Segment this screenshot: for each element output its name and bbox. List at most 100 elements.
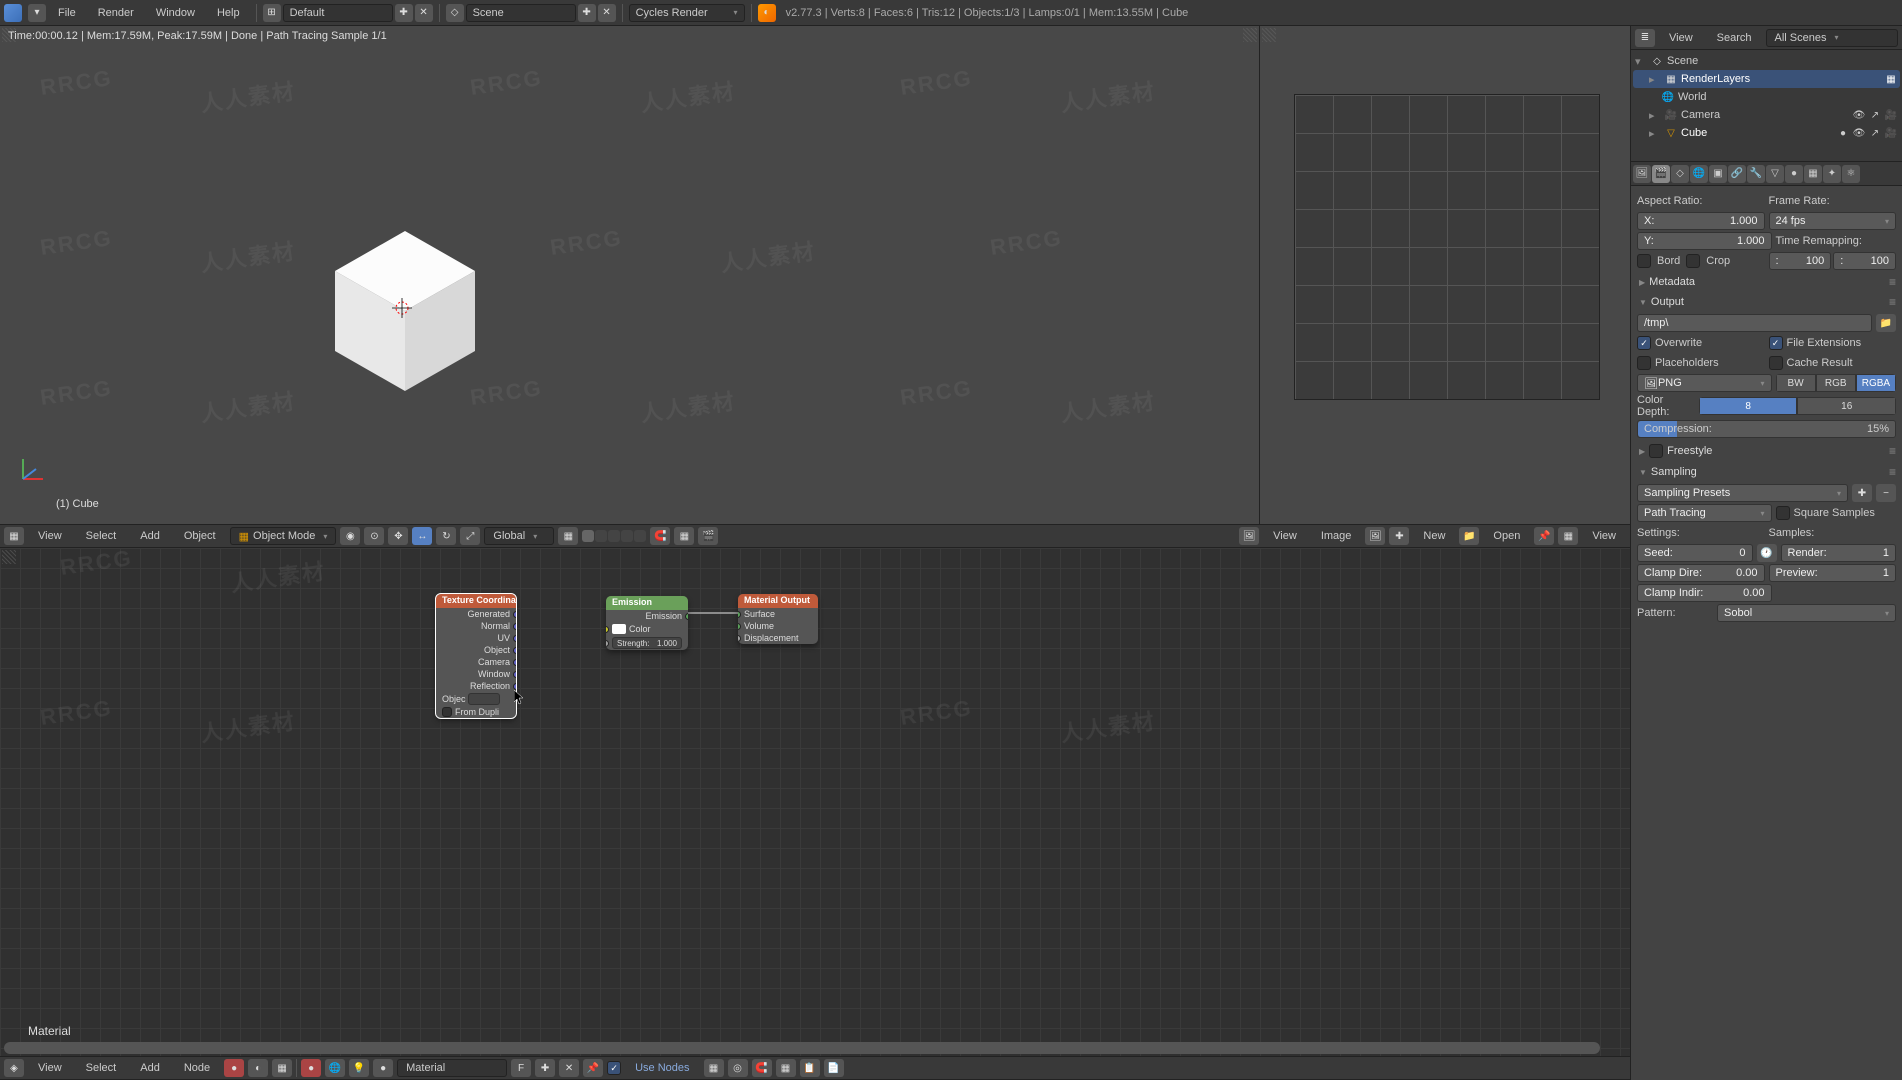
render-menu[interactable]: Render [88,4,144,22]
delete-material-icon[interactable]: ✕ [559,1059,579,1077]
color-rgba-button[interactable]: RGBA [1856,374,1896,392]
backdrop-icon[interactable]: ▦ [704,1059,724,1077]
clamp-direct-field[interactable]: Clamp Dire:0.00 [1637,564,1765,582]
file-browse-icon[interactable]: 📁 [1876,314,1896,332]
tab-material-icon[interactable]: ● [1785,165,1803,183]
img-add-icon[interactable]: ✚ [1389,527,1409,545]
aspect-y-field[interactable]: Y:1.000 [1637,232,1772,250]
shading-mode-icon[interactable]: ◉ [340,527,360,545]
add-preset-icon[interactable]: ✚ [1852,484,1872,502]
split-corner-icon[interactable] [1243,28,1257,42]
metadata-panel-header[interactable]: ▶Metadata≡ [1637,272,1896,292]
paste-icon[interactable]: 📄 [824,1059,844,1077]
material-output-node[interactable]: Material Output Surface Volume Displacem… [738,594,818,644]
manipulator-icon[interactable]: ✥ [388,527,408,545]
translate-manipulator-icon[interactable]: ↔ [412,527,432,545]
snap-target-icon[interactable]: ▦ [674,527,694,545]
tree-row-scene[interactable]: ▾◇Scene [1633,52,1900,70]
add-scene-icon[interactable]: ✚ [578,4,596,22]
file-ext-checkbox[interactable]: ✓ [1769,336,1783,350]
image-editor-type-icon[interactable]: 🖼 [1239,527,1259,545]
square-samples-checkbox[interactable] [1776,506,1790,520]
depth-8-button[interactable]: 8 [1699,397,1798,415]
help-menu[interactable]: Help [207,4,250,22]
snap-icon[interactable]: 🧲 [650,527,670,545]
render-samples-field[interactable]: Render:1 [1781,544,1897,562]
cache-result-checkbox[interactable] [1769,356,1783,370]
node-from-dupli-checkbox[interactable]: From Dupli [436,706,516,718]
editor-type-icon[interactable]: ▦ [4,527,24,545]
render-preview-icon[interactable]: 🎬 [698,527,718,545]
freestyle-panel-header[interactable]: ▶Freestyle≡ [1637,440,1896,462]
3d-viewport[interactable]: (1) Cube [0,26,1260,524]
preview-samples-field[interactable]: Preview:1 [1769,564,1897,582]
overwrite-checkbox[interactable]: ✓ [1637,336,1651,350]
pattern-dropdown[interactable]: Sobol▾ [1717,604,1896,622]
seed-field[interactable]: Seed:0 [1637,544,1753,562]
integrator-dropdown[interactable]: Path Tracing▾ [1637,504,1772,522]
info-dropdown-icon[interactable]: ▾ [28,4,46,22]
tree-row-cube[interactable]: ▸▽Cube●👁↗🎥 [1633,124,1900,142]
placeholders-checkbox[interactable] [1637,356,1651,370]
img-view-menu[interactable]: View [1263,528,1307,544]
layers-grid-icon[interactable]: ▦ [558,527,578,545]
scrollbar-horizontal[interactable] [4,1042,1600,1054]
blender-logo-icon[interactable] [4,4,22,22]
img-browse-icon[interactable]: 🖼 [1365,527,1385,545]
node-node-menu[interactable]: Node [174,1060,220,1076]
use-nodes-checkbox[interactable]: ✓ [607,1061,621,1075]
freestyle-checkbox[interactable] [1649,444,1663,458]
img-open-button[interactable]: Open [1483,528,1530,544]
delete-layout-icon[interactable]: ✕ [415,4,433,22]
fake-user-icon[interactable]: F [511,1059,531,1077]
compositing-type-icon[interactable]: ◐ [248,1059,268,1077]
sampling-presets-dropdown[interactable]: Sampling Presets▾ [1637,484,1848,502]
compression-slider[interactable]: Compression:15% [1637,420,1896,438]
node-header[interactable]: Emission [606,596,688,610]
node-header[interactable]: Material Output [738,594,818,608]
screen-layout-icon[interactable]: ⊞ [263,4,281,22]
tab-scene-icon[interactable]: ◇ [1671,165,1689,183]
tab-physics-icon[interactable]: ⚛ [1842,165,1860,183]
node-add-menu[interactable]: Add [130,1060,170,1076]
tab-modifiers-icon[interactable]: 🔧 [1747,165,1765,183]
object-menu[interactable]: Object [174,528,226,544]
select-menu[interactable]: Select [76,528,127,544]
object-mode-dropdown[interactable]: ▦Object Mode▾ [230,527,337,545]
tab-particles-icon[interactable]: ✦ [1823,165,1841,183]
node-select-menu[interactable]: Select [76,1060,127,1076]
add-layout-icon[interactable]: ✚ [395,4,413,22]
img-new-button[interactable]: New [1413,528,1455,544]
render-engine-field[interactable]: Cycles Render▾ [629,4,745,22]
img-view-menu-2[interactable]: View [1582,528,1626,544]
pin-icon[interactable]: 📌 [1534,527,1554,545]
view-menu[interactable]: View [28,528,72,544]
uv-mode-icon[interactable]: ▦ [1558,527,1578,545]
tab-constraints-icon[interactable]: 🔗 [1728,165,1746,183]
file-menu[interactable]: File [48,4,86,22]
img-image-menu[interactable]: Image [1311,528,1362,544]
add-material-icon[interactable]: ✚ [535,1059,555,1077]
outliner-type-icon[interactable]: ≣ [1635,29,1655,47]
snap-node-icon[interactable]: 🧲 [752,1059,772,1077]
split-corner-icon[interactable] [1262,28,1276,42]
material-name-field[interactable]: Material [397,1059,507,1077]
texture-type-icon[interactable]: ▦ [272,1059,292,1077]
pin-material-icon[interactable]: 📌 [583,1059,603,1077]
tab-render-icon[interactable]: 🖼 [1633,165,1651,183]
split-corner-icon[interactable] [2,550,16,564]
scene-field[interactable]: Scene [466,4,576,22]
seed-clock-icon[interactable]: 🕐 [1757,544,1777,562]
tree-row-world[interactable]: 🌐World [1633,88,1900,106]
output-panel-header[interactable]: ▼Output≡ [1637,292,1896,312]
remap-old-field[interactable]: :100 [1769,252,1832,270]
tab-world-icon[interactable]: 🌐 [1690,165,1708,183]
framerate-dropdown[interactable]: 24 fps▾ [1769,212,1897,230]
snap-element-icon[interactable]: ▦ [776,1059,796,1077]
auto-render-icon[interactable]: ◎ [728,1059,748,1077]
border-checkbox[interactable] [1637,254,1651,268]
color-bw-button[interactable]: BW [1776,374,1816,392]
outliner-search-menu[interactable]: Search [1707,30,1762,46]
output-path-field[interactable]: /tmp\ [1637,314,1872,332]
world-shader-icon[interactable]: 🌐 [325,1059,345,1077]
